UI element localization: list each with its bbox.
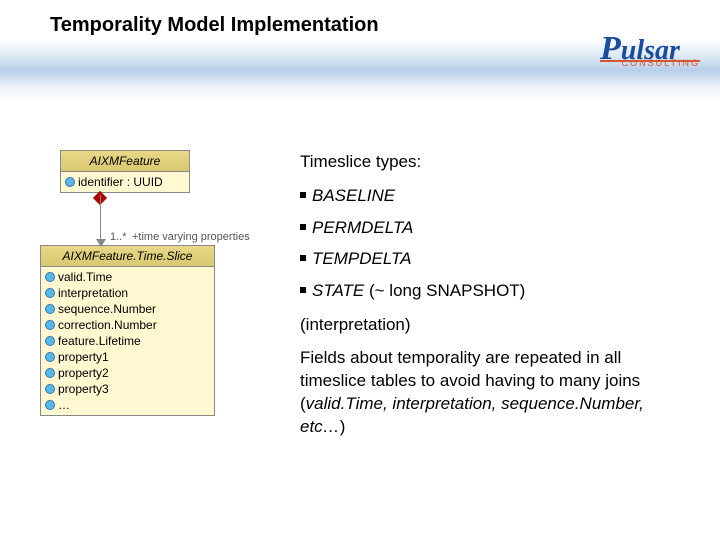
uml-attr-text: property1: [58, 350, 109, 364]
uml-class-name: AIXMFeature: [61, 151, 189, 172]
uml-attr-row: sequence.Number: [45, 301, 210, 317]
content-area: Timeslice types: BASELINE PERMDELTA TEMPDE…: [300, 150, 690, 439]
bullet-icon: [300, 255, 306, 261]
uml-attr-text: property3: [58, 382, 109, 396]
uml-attr-text: valid.Time: [58, 270, 112, 284]
attribute-icon: [45, 368, 55, 378]
para-italics: valid.Time, interpretation, sequence.Num…: [300, 394, 644, 436]
uml-attr-row: correction.Number: [45, 317, 210, 333]
uml-attr-row: interpretation: [45, 285, 210, 301]
uml-connector: 1..* +time varying properties: [100, 195, 260, 245]
attribute-icon: [45, 272, 55, 282]
uml-attr-text: property2: [58, 366, 109, 380]
bullet-icon: [300, 224, 306, 230]
slide-title: Temporality Model Implementation: [50, 14, 379, 37]
uml-class-name: AIXMFeature.Time.Slice: [41, 246, 214, 267]
logo-letter: P: [600, 30, 621, 67]
uml-diagram: AIXMFeature identifier : UUID 1..* +time…: [40, 150, 260, 418]
uml-class-feature: AIXMFeature identifier : UUID: [60, 150, 190, 193]
bullet-text: STATE: [312, 281, 364, 300]
uml-attr-text: interpretation: [58, 286, 128, 300]
attribute-icon: [45, 336, 55, 346]
interpretation-note: (interpretation): [300, 313, 690, 337]
bullet-text: TEMPDELTA: [312, 247, 412, 271]
uml-attr-text: …: [58, 398, 70, 412]
attribute-icon: [45, 352, 55, 362]
bullet-state: STATE (~ long SNAPSHOT): [300, 279, 690, 303]
bullet-text: BASELINE: [312, 184, 395, 208]
bullet-icon: [300, 287, 306, 293]
role-label: +time varying properties: [132, 231, 250, 243]
uml-attr-row: valid.Time: [45, 269, 210, 285]
bullet-item: PERMDELTA: [300, 216, 690, 240]
description-paragraph: Fields about temporality are repeated in…: [300, 347, 690, 439]
bullet-icon: [300, 192, 306, 198]
uml-attr-row: property3: [45, 381, 210, 397]
attribute-icon: [45, 320, 55, 330]
state-suffix: (~ long SNAPSHOT): [364, 281, 525, 300]
attribute-icon: [45, 400, 55, 410]
logo: Pulsar CONSULTING: [600, 30, 700, 68]
uml-attr-text: identifier : UUID: [78, 175, 163, 189]
attribute-icon: [45, 304, 55, 314]
uml-attr-text: sequence.Number: [58, 302, 156, 316]
attribute-icon: [65, 177, 75, 187]
bullet-text: PERMDELTA: [312, 216, 413, 240]
bullet-item: BASELINE: [300, 184, 690, 208]
uml-attr-row: property2: [45, 365, 210, 381]
uml-attr-row: feature.Lifetime: [45, 333, 210, 349]
uml-attr-text: feature.Lifetime: [58, 334, 141, 348]
uml-attr-row: …: [45, 397, 210, 413]
uml-class-timeslice: AIXMFeature.Time.Slice valid.Time interpr…: [40, 245, 215, 416]
uml-attr-row: identifier : UUID: [65, 174, 185, 190]
attribute-icon: [45, 384, 55, 394]
uml-attr-text: correction.Number: [58, 318, 157, 332]
types-heading: Timeslice types:: [300, 150, 690, 174]
arrow-icon: [96, 239, 106, 247]
attribute-icon: [45, 288, 55, 298]
multiplicity-label: 1..*: [110, 231, 127, 243]
uml-attr-row: property1: [45, 349, 210, 365]
para-part2: ): [340, 417, 346, 436]
bullet-item: TEMPDELTA: [300, 247, 690, 271]
